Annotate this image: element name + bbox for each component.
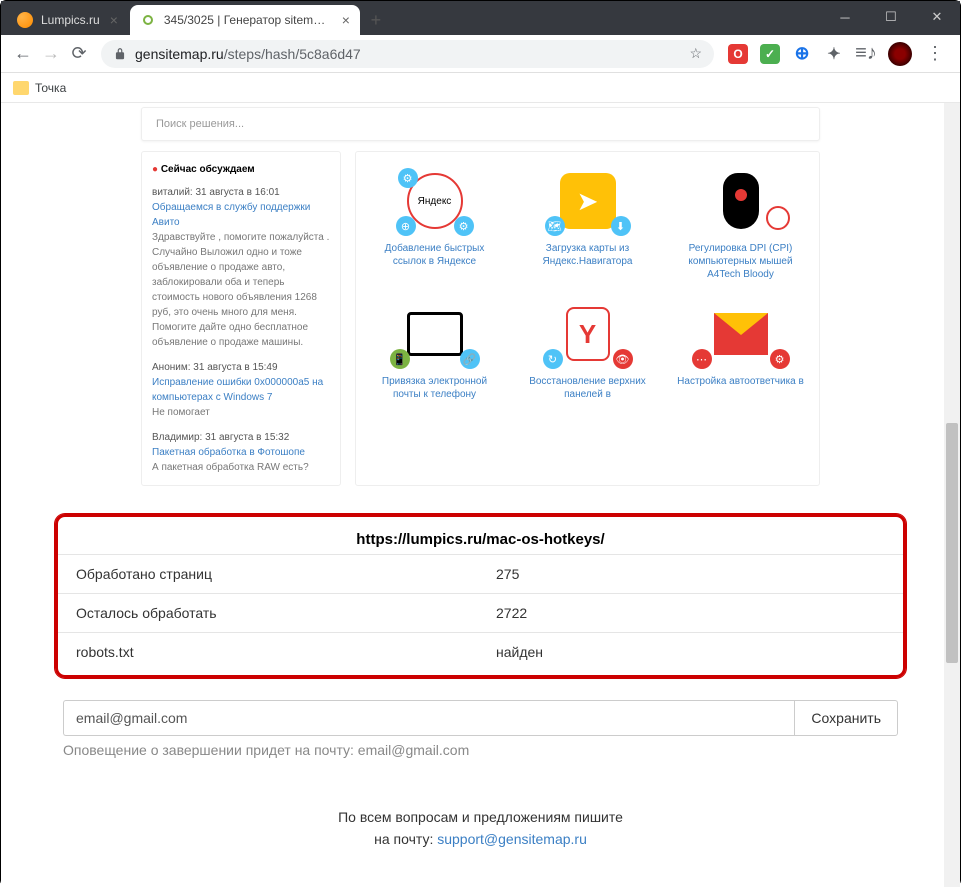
status-label: Осталось обработать xyxy=(76,605,496,621)
article-caption: Добавление быстрых ссылок в Яндексе xyxy=(370,242,499,268)
new-tab-button[interactable]: + xyxy=(362,6,390,34)
footer-line1: По всем вопросам и предложениям пишите xyxy=(1,806,960,828)
reload-icon: ↻ xyxy=(543,349,563,369)
discuss-panel: ● Сейчас обсуждаем виталий: 31 августа в… xyxy=(141,151,341,486)
favicon-icon xyxy=(140,12,156,28)
article-caption: Привязка электронной почты к телефону xyxy=(370,375,499,401)
link-icon: ⚙ xyxy=(398,168,418,188)
extensions-button[interactable]: ✦ xyxy=(824,44,844,64)
save-button[interactable]: Сохранить xyxy=(794,700,898,736)
page-footer: По всем вопросам и предложениям пишите н… xyxy=(1,806,960,851)
article-caption: Восстановление верхних панелей в xyxy=(523,375,652,401)
article-card[interactable]: ➤ 🗺 ⬇ Загрузка карты из Яндекс.Навигатор… xyxy=(523,166,652,281)
status-value: 275 xyxy=(496,566,519,582)
navigator-icon: ➤ xyxy=(560,173,616,229)
tab-gensitemap[interactable]: 345/3025 | Генератор sitemap о × xyxy=(130,5,360,35)
gauge-icon xyxy=(766,206,790,230)
article-caption: Загрузка карты из Яндекс.Навигатора xyxy=(523,242,652,268)
yandex-browser-icon: Y xyxy=(566,307,610,361)
browser-menu-button[interactable]: ⋮ xyxy=(918,43,952,64)
article-card[interactable]: Y ↻ 👁 Восстановление верхних панелей в xyxy=(523,299,652,401)
article-card[interactable]: 📱 🔗 Привязка электронной почты к телефон… xyxy=(370,299,499,401)
phone-icon: 📱 xyxy=(390,349,410,369)
close-icon[interactable]: × xyxy=(342,12,350,28)
discuss-link[interactable]: Обращаемся в службу поддержки Авито xyxy=(152,200,330,230)
support-email-link[interactable]: support@gensitemap.ru xyxy=(437,831,587,847)
tab-title: 345/3025 | Генератор sitemap о xyxy=(164,13,332,27)
bookmark-star-icon[interactable]: ☆ xyxy=(689,45,702,62)
url-input[interactable]: gensitemap.ru/steps/hash/5c8a6d47 ☆ xyxy=(101,40,714,68)
mail-icon xyxy=(714,313,768,355)
close-icon[interactable]: × xyxy=(110,12,118,28)
back-button[interactable]: ← xyxy=(9,40,37,68)
chat-icon: ⋯ xyxy=(692,349,712,369)
status-label: robots.txt xyxy=(76,644,496,660)
minimize-button[interactable]: ─ xyxy=(822,1,868,33)
download-icon: ⬇ xyxy=(611,216,631,236)
tab-strip: Lumpics.ru × 345/3025 | Генератор sitema… xyxy=(7,5,390,35)
bookmark-item[interactable]: Точка xyxy=(35,81,66,95)
reload-button[interactable]: ⟳ xyxy=(65,40,93,68)
eye-icon: 👁 xyxy=(613,349,633,369)
page-viewport: Поиск решения... ● Сейчас обсуждаем вита… xyxy=(1,103,960,887)
badge-icon: ⊕ xyxy=(396,216,416,236)
gear-icon: ⚙ xyxy=(770,349,790,369)
email-notice: Оповещение о завершении придет на почту:… xyxy=(63,742,898,758)
article-card[interactable]: Регулировка DPI (CPI) компьютерных мышей… xyxy=(676,166,805,281)
bookmarks-bar: Точка xyxy=(1,73,960,103)
article-card[interactable]: ⚙ Яндекс ⊕ ⚙ Добавление быстрых ссылок в… xyxy=(370,166,499,281)
maximize-button[interactable]: ☐ xyxy=(868,1,914,33)
search-input[interactable]: Поиск решения... xyxy=(141,107,820,141)
url-path: /steps/hash/5c8a6d47 xyxy=(224,46,361,62)
link-icon: 🔗 xyxy=(460,349,480,369)
envelope-icon xyxy=(407,312,463,356)
extension-check-icon[interactable]: ✓ xyxy=(760,44,780,64)
map-icon: 🗺 xyxy=(545,216,565,236)
favicon-icon xyxy=(17,12,33,28)
article-card[interactable]: ⋯ ⚙ Настройка автоответчика в xyxy=(676,299,805,401)
tab-title: Lumpics.ru xyxy=(41,13,100,27)
discuss-link[interactable]: Исправление ошибки 0x000000a5 на компьют… xyxy=(152,375,330,405)
discuss-item: Владимир: 31 августа в 15:32 Пакетная об… xyxy=(152,430,330,475)
status-row: Обработано страниц 275 xyxy=(58,554,903,593)
window-controls: ─ ☐ ✕ xyxy=(822,1,960,33)
browser-titlebar: Lumpics.ru × 345/3025 | Генератор sitema… xyxy=(1,1,960,35)
discuss-item: Аноним: 31 августа в 15:49 Исправление о… xyxy=(152,360,330,420)
article-caption: Настройка автоответчика в xyxy=(676,375,805,388)
scrollbar[interactable] xyxy=(944,103,960,887)
status-value: найден xyxy=(496,644,543,660)
close-window-button[interactable]: ✕ xyxy=(914,1,960,33)
status-panel: https://lumpics.ru/mac-os-hotkeys/ Обраб… xyxy=(55,514,906,678)
status-row: Осталось обработать 2722 xyxy=(58,593,903,632)
discuss-link[interactable]: Пакетная обработка в Фотошопе xyxy=(152,445,330,460)
forward-button[interactable]: → xyxy=(37,40,65,68)
lock-icon xyxy=(113,47,127,61)
status-label: Обработано страниц xyxy=(76,566,496,582)
mouse-icon xyxy=(723,173,759,229)
extension-opera-icon[interactable]: O xyxy=(728,44,748,64)
email-form: Сохранить xyxy=(63,700,898,736)
status-value: 2722 xyxy=(496,605,527,621)
status-row: robots.txt найден xyxy=(58,632,903,671)
gear-icon: ⚙ xyxy=(454,216,474,236)
footer-line2-prefix: на почту: xyxy=(374,831,437,847)
article-caption: Регулировка DPI (CPI) компьютерных мышей… xyxy=(676,242,805,281)
discuss-item: виталий: 31 августа в 16:01 Обращаемся в… xyxy=(152,185,330,350)
extension-globe-icon[interactable]: ⊕ xyxy=(792,44,812,64)
reading-list-icon[interactable]: ≡♪ xyxy=(856,44,876,64)
folder-icon xyxy=(13,81,29,95)
url-host: gensitemap.ru xyxy=(135,46,224,62)
articles-grid: ⚙ Яндекс ⊕ ⚙ Добавление быстрых ссылок в… xyxy=(355,151,820,486)
discuss-heading: ● Сейчас обсуждаем xyxy=(152,162,330,177)
address-bar: ← → ⟳ gensitemap.ru/steps/hash/5c8a6d47 … xyxy=(1,35,960,73)
scrollbar-thumb[interactable] xyxy=(946,423,958,663)
email-input[interactable] xyxy=(63,700,794,736)
profile-avatar[interactable] xyxy=(888,42,912,66)
tab-lumpics[interactable]: Lumpics.ru × xyxy=(7,5,128,35)
status-url: https://lumpics.ru/mac-os-hotkeys/ xyxy=(58,525,903,554)
